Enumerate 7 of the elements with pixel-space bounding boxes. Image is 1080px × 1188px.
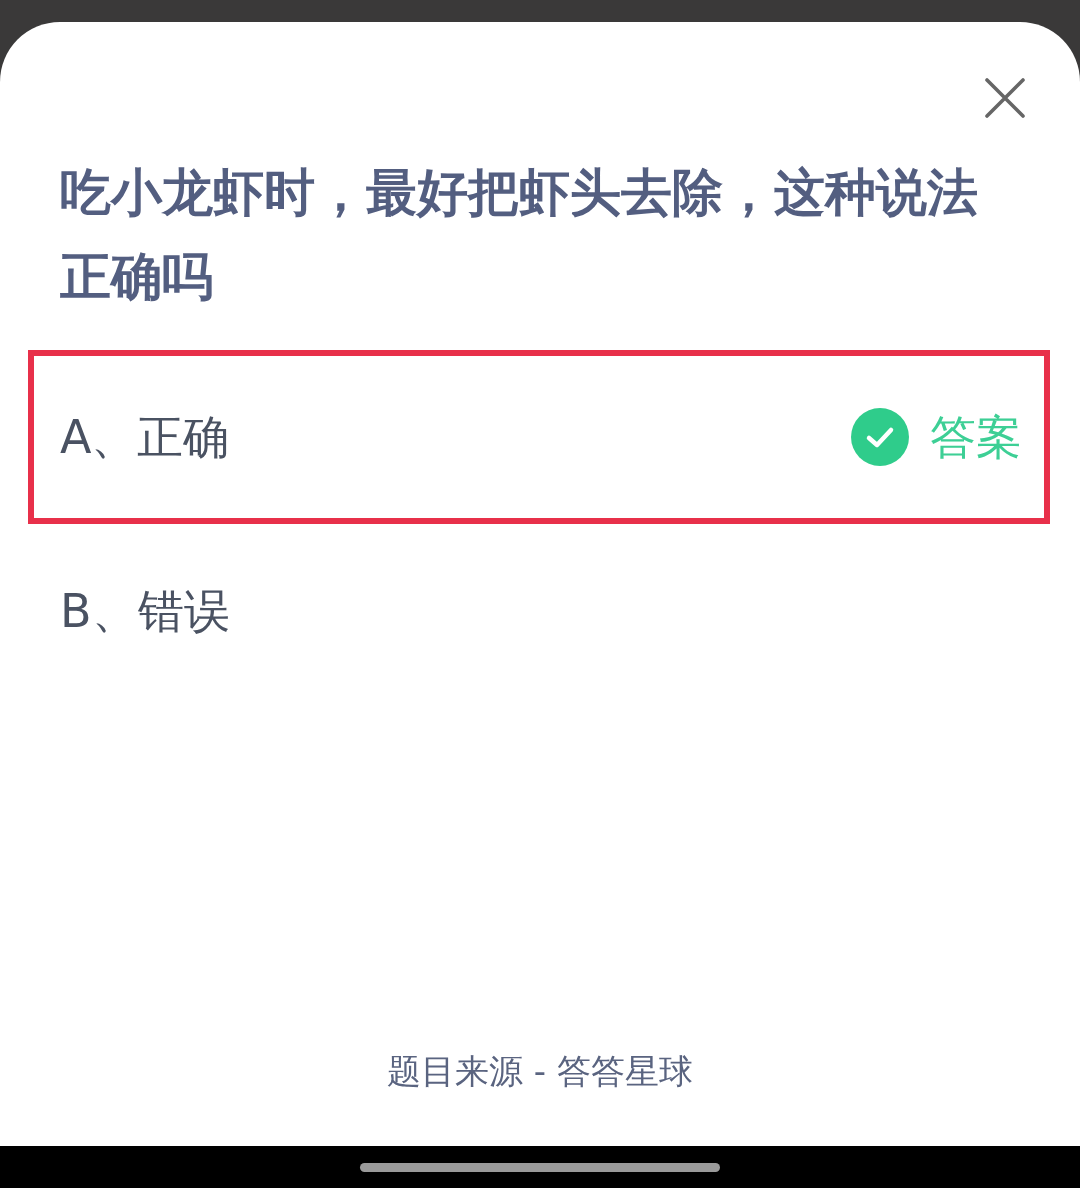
- option-label[interactable]: A、正确: [60, 407, 230, 467]
- answer-label: 答案: [930, 409, 1022, 466]
- close-button[interactable]: [985, 78, 1025, 118]
- close-icon: [985, 78, 1025, 118]
- question-title: 吃小龙虾时，最好把虾头去除，这种说法正确吗: [60, 162, 979, 308]
- source-text: 题目来源 - 答答星球: [387, 1050, 693, 1093]
- option-label[interactable]: B、错误: [60, 581, 230, 641]
